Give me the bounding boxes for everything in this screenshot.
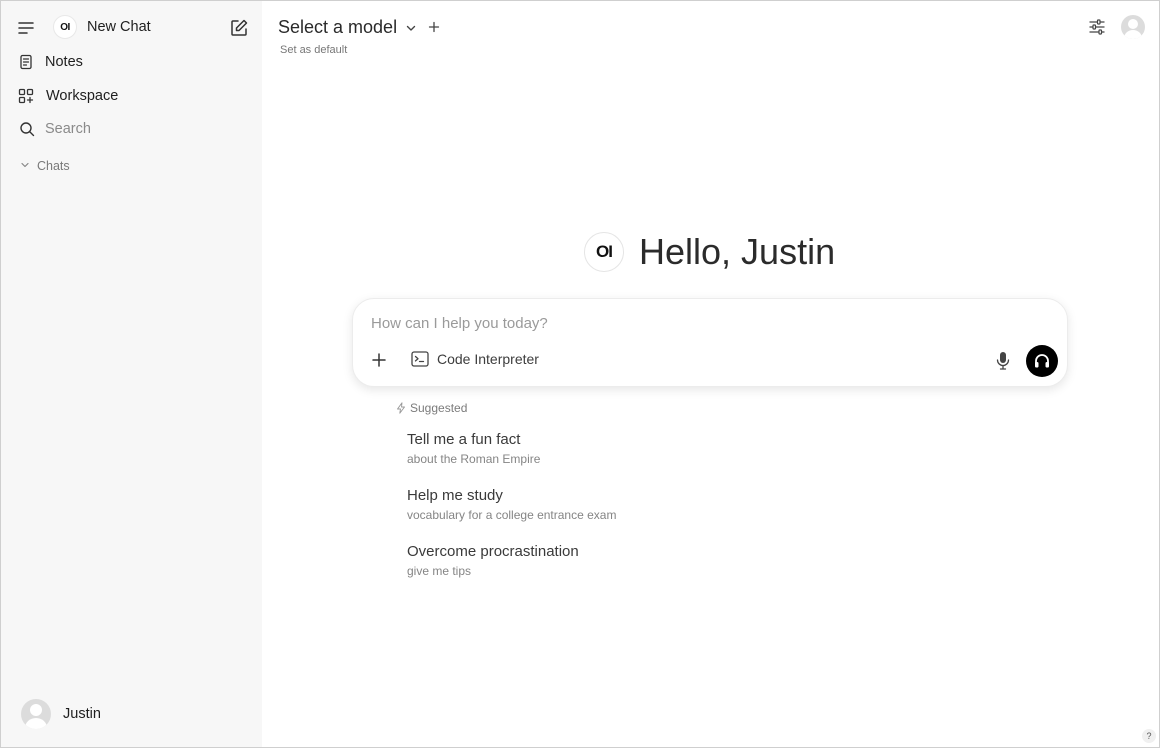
new-chat-edit-icon[interactable] (229, 18, 249, 38)
microphone-icon[interactable] (996, 351, 1010, 376)
suggestion-subtitle: vocabulary for a college entrance exam (407, 508, 617, 522)
hero-logo: OI (584, 232, 624, 272)
app-logo: OI (53, 15, 77, 39)
attach-plus-icon[interactable] (369, 350, 389, 370)
set-default-link[interactable]: Set as default (280, 44, 347, 56)
suggestion-title: Overcome procrastination (407, 543, 579, 560)
suggestion-subtitle: about the Roman Empire (407, 452, 541, 466)
add-model-icon[interactable] (428, 17, 440, 38)
suggestion-title: Help me study (407, 487, 503, 504)
model-selector[interactable]: Select a model (278, 17, 417, 38)
chats-section-label[interactable]: Chats (37, 159, 70, 173)
suggestion-title: Tell me a fun fact (407, 431, 521, 448)
lightning-icon (396, 402, 406, 414)
suggestion-item[interactable]: Overcome procrastination give me tips (407, 543, 579, 578)
voice-mode-button[interactable] (1026, 345, 1058, 377)
message-input[interactable] (371, 315, 971, 332)
app-window: OI New Chat Notes Workspace Search Chats… (0, 0, 1160, 748)
avatar[interactable] (21, 699, 51, 729)
model-select-label: Select a model (278, 17, 398, 37)
code-interpreter-label: Code Interpreter (437, 351, 539, 367)
greeting-hero: OI Hello, Justin (584, 231, 835, 273)
suggested-label: Suggested (410, 401, 468, 415)
sidebar-item-notes[interactable]: Notes (45, 54, 83, 70)
help-button[interactable]: ? (1142, 729, 1156, 743)
profile-avatar-top[interactable] (1121, 15, 1145, 39)
greeting-title: Hello, Justin (639, 231, 836, 272)
settings-sliders-icon[interactable] (1087, 15, 1107, 39)
sidebar: OI New Chat Notes Workspace Search Chats… (1, 1, 262, 747)
suggestion-item[interactable]: Help me study vocabulary for a college e… (407, 487, 616, 522)
chevron-down-icon (405, 22, 417, 34)
avatar[interactable] (1121, 15, 1145, 39)
sidebar-toggle-icon[interactable] (17, 19, 35, 37)
user-menu[interactable]: Justin (21, 699, 101, 729)
headphones-icon (1033, 352, 1051, 370)
workspace-icon (18, 88, 34, 104)
suggestion-subtitle: give me tips (407, 564, 472, 578)
main-area: Select a model Set as default OI Hello, … (262, 1, 1159, 747)
new-chat-label[interactable]: New Chat (87, 19, 151, 35)
notes-icon (18, 54, 34, 70)
chevron-down-icon[interactable] (19, 159, 31, 171)
suggested-header: Suggested (396, 401, 467, 415)
code-interpreter-toggle[interactable]: Code Interpreter (411, 351, 539, 367)
search-icon (19, 121, 35, 137)
search-input[interactable]: Search (45, 121, 91, 137)
message-composer: Code Interpreter (352, 298, 1068, 387)
user-name: Justin (63, 706, 101, 722)
suggestion-item[interactable]: Tell me a fun fact about the Roman Empir… (407, 431, 540, 466)
terminal-icon (411, 351, 429, 367)
sidebar-item-workspace[interactable]: Workspace (46, 88, 118, 104)
